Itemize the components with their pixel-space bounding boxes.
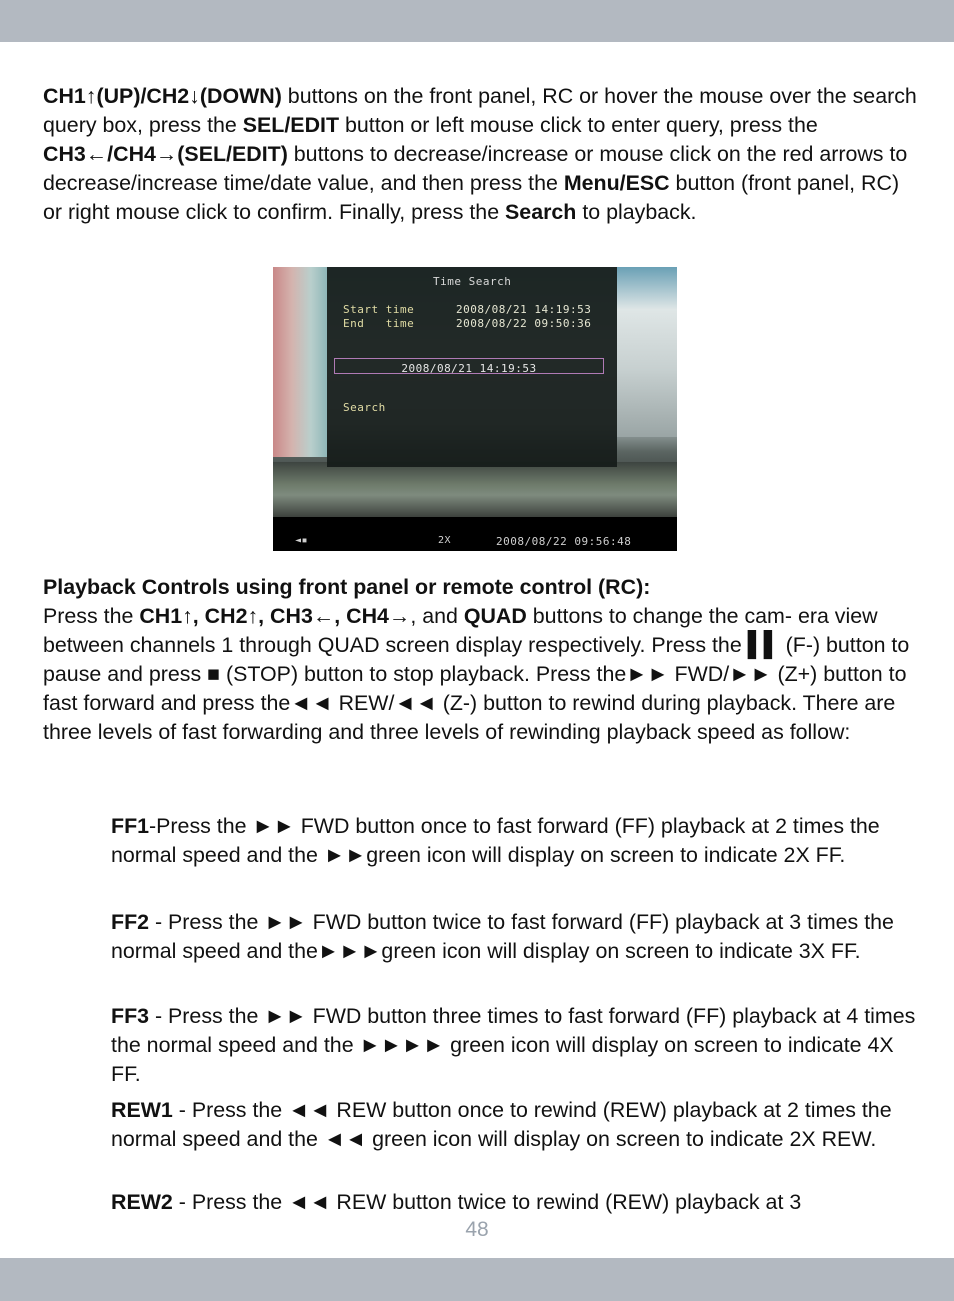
time-search-screenshot: Time Search Start time 2008/08/21 14:19:… bbox=[273, 267, 677, 551]
intro-bold-ch1-ch2: CH1↑(UP)/CH2↓(DOWN) bbox=[43, 84, 282, 108]
header-bar bbox=[0, 0, 954, 42]
rewind-status-icon: ◄▪ bbox=[295, 535, 309, 546]
playback-bold-channels: CH1↑, CH2↑, CH3←, CH4→ bbox=[139, 604, 411, 628]
intro-text-5: to playback. bbox=[576, 199, 697, 224]
speed-level-label: FF2 bbox=[111, 910, 150, 934]
speed-level-label: REW1 bbox=[111, 1098, 173, 1122]
speed-level-label: FF3 bbox=[111, 1004, 150, 1028]
speed-level-rew1: REW1 - Press the ◄◄ REW button once to r… bbox=[111, 1096, 921, 1154]
pause-icon: ▌▌ bbox=[747, 630, 781, 658]
intro-paragraph: CH1↑(UP)/CH2↓(DOWN) buttons on the front… bbox=[43, 82, 923, 227]
search-label: Search bbox=[343, 401, 386, 414]
intro-bold-ch3-ch4: CH3←/CH4→(SEL/EDIT) bbox=[43, 141, 288, 166]
end-time-value: 2008/08/22 09:50:36 bbox=[456, 317, 592, 330]
playback-text-2: , and bbox=[410, 604, 464, 628]
search-query-value: 2008/08/21 14:19:53 bbox=[401, 362, 537, 375]
intro-bold-sel-edit: SEL/EDIT bbox=[242, 112, 340, 137]
playback-text-1: Press the bbox=[43, 604, 140, 628]
speed-level-ff2: FF2 - Press the ►► FWD button twice to f… bbox=[111, 908, 921, 966]
speed-level-ff3: FF3 - Press the ►► FWD button three time… bbox=[111, 1002, 921, 1089]
camera-background-ground bbox=[273, 462, 677, 517]
speed-level-rew2: REW2 - Press the ◄◄ REW button twice to … bbox=[111, 1188, 921, 1217]
playback-speed-indicator: 2X bbox=[438, 535, 452, 546]
camera-background-right bbox=[617, 267, 677, 437]
intro-bold-search: Search bbox=[505, 199, 577, 224]
speed-level-text: - Press the ►► FWD button twice to fast … bbox=[111, 910, 894, 963]
speed-level-text: - Press the ◄◄ REW button twice to rewin… bbox=[172, 1190, 802, 1214]
camera-background-left bbox=[273, 267, 327, 457]
playback-bold-quad: QUAD bbox=[463, 604, 527, 628]
playback-controls-heading: Playback Controls using front panel or r… bbox=[43, 575, 651, 599]
start-time-value: 2008/08/21 14:19:53 bbox=[456, 303, 592, 316]
speed-level-label: FF1 bbox=[111, 814, 150, 838]
intro-bold-menu-esc: Menu/ESC bbox=[563, 170, 670, 195]
playback-paragraph: Press the CH1↑, CH2↑, CH3←, CH4→, and QU… bbox=[43, 602, 923, 747]
page-number: 48 bbox=[465, 1218, 489, 1241]
speed-level-text: -Press the ►► FWD button once to fast fo… bbox=[111, 814, 880, 867]
time-search-title: Time Search bbox=[433, 275, 512, 288]
end-time-label: End time bbox=[343, 317, 415, 330]
intro-text-2: button or left mouse click to enter quer… bbox=[339, 112, 818, 137]
playback-timestamp: 2008/08/22 09:56:48 bbox=[496, 535, 632, 548]
search-query-box: 2008/08/21 14:19:53 bbox=[334, 358, 604, 375]
speed-level-ff1: FF1-Press the ►► FWD button once to fast… bbox=[111, 812, 921, 870]
footer-bar bbox=[0, 1258, 954, 1301]
start-time-label: Start time bbox=[343, 303, 415, 316]
speed-level-text: - Press the ►► FWD button three times to… bbox=[111, 1004, 916, 1086]
speed-level-label: REW2 bbox=[111, 1190, 173, 1214]
speed-level-text: - Press the ◄◄ REW button once to rewind… bbox=[111, 1098, 892, 1151]
